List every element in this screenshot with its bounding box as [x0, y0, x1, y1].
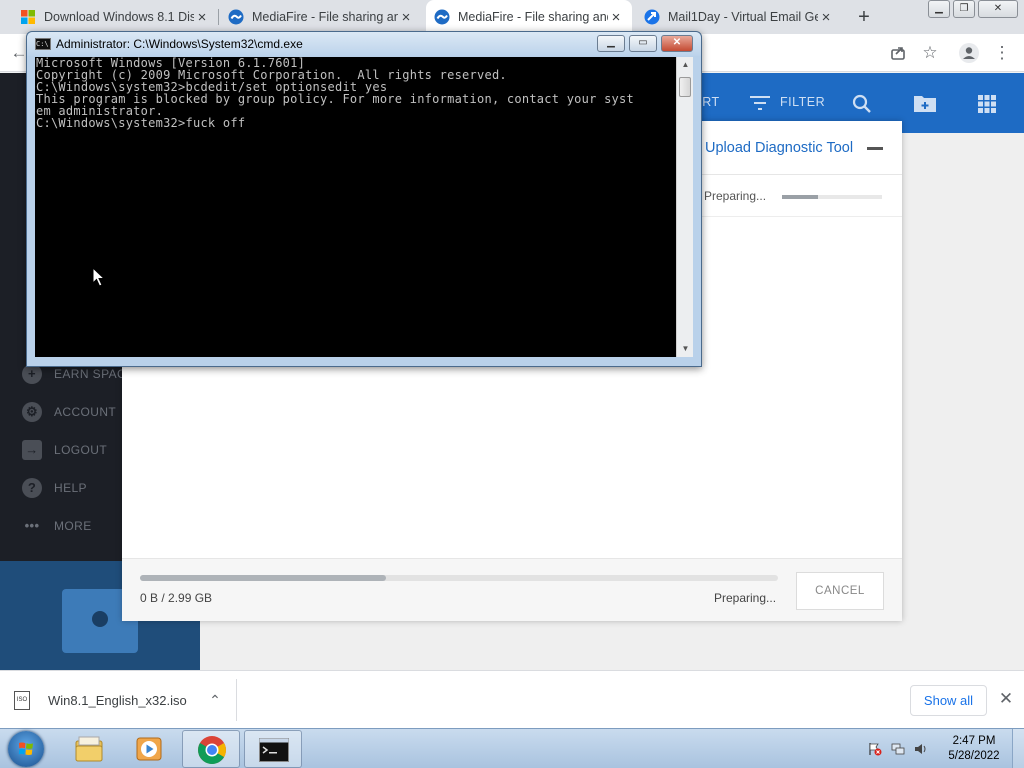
- mail1day-logo-icon: [644, 9, 660, 25]
- cmd-app-icon: C:\: [35, 38, 51, 50]
- system-clock[interactable]: 2:47 PM 5/28/2022: [944, 734, 1004, 764]
- cmd-icon: [259, 738, 289, 762]
- sidebar-item-label: ACCOUNT: [54, 405, 117, 419]
- file-explorer-icon: [75, 736, 103, 762]
- sidebar-item-account[interactable]: ⚙ ACCOUNT: [22, 401, 116, 423]
- tab-mediafire-2[interactable]: MediaFire - File sharing and ×: [426, 0, 632, 34]
- overall-progress-fill: [140, 575, 386, 581]
- close-window-button[interactable]: ✕: [978, 0, 1018, 18]
- mouse-pointer-icon: [92, 267, 106, 287]
- cmd-maximize-button[interactable]: ▭: [629, 35, 657, 52]
- cmd-window: C:\ Administrator: C:\Windows\System32\c…: [26, 31, 702, 367]
- maximize-window-button[interactable]: ❐: [953, 0, 975, 18]
- more-icon: •••: [24, 518, 40, 533]
- close-tab-icon[interactable]: ×: [398, 9, 414, 26]
- cmd-window-title: Administrator: C:\Windows\System32\cmd.e…: [56, 37, 303, 51]
- sidebar-item-label: LOGOUT: [54, 443, 108, 457]
- upload-panel-title: Upload Diagnostic Tool: [705, 140, 854, 156]
- tab-title: Mail1Day - Virtual Email Ge: [668, 10, 818, 24]
- profile-icon[interactable]: [958, 42, 980, 64]
- upload-item-progress-fill: [782, 195, 818, 199]
- cmd-titlebar[interactable]: C:\ Administrator: C:\Windows\System32\c…: [27, 32, 701, 56]
- chrome-icon: [198, 736, 226, 764]
- close-downloads-icon[interactable]: ✕: [996, 689, 1016, 709]
- windows-taskbar: 2:47 PM 5/28/2022: [0, 728, 1024, 768]
- scrollbar-thumb[interactable]: [679, 77, 691, 97]
- media-player-icon: [136, 737, 162, 761]
- scroll-down-arrow-icon[interactable]: ▼: [677, 341, 694, 357]
- bookmark-star-icon[interactable]: ☆: [919, 42, 941, 64]
- cmd-close-button[interactable]: ✕: [661, 35, 693, 52]
- download-file-name: Win8.1_English_x32.iso: [48, 692, 187, 708]
- sidebar-item-label: HELP: [54, 481, 87, 495]
- taskbar-cmd[interactable]: [244, 730, 302, 768]
- tab-mail1day[interactable]: Mail1Day - Virtual Email Ge ×: [636, 0, 842, 34]
- browser-tab-strip: Download Windows 8.1 Disc × MediaFire - …: [0, 0, 1024, 34]
- new-tab-button[interactable]: +: [852, 5, 876, 29]
- new-folder-icon[interactable]: [914, 94, 936, 112]
- iso-file-icon: ISO: [14, 690, 30, 710]
- minimize-window-button[interactable]: ▁: [928, 0, 950, 18]
- cmd-console-output[interactable]: Microsoft Windows [Version 6.1.7601] Cop…: [35, 57, 676, 357]
- tab-title: Download Windows 8.1 Disc: [44, 10, 194, 24]
- sidebar-item-logout[interactable]: → LOGOUT: [22, 439, 107, 461]
- sidebar-item-label: MORE: [54, 519, 92, 533]
- tab-mediafire-1[interactable]: MediaFire - File sharing and ×: [220, 0, 422, 34]
- console-line: C:\Windows\system32>fuck off: [36, 116, 246, 130]
- cmd-minimize-button[interactable]: ▁: [597, 35, 625, 52]
- share-icon[interactable]: [887, 42, 909, 64]
- close-tab-icon[interactable]: ×: [818, 9, 834, 26]
- upload-size-text: 0 B / 2.99 GB: [140, 591, 213, 605]
- tab-divider: [218, 9, 219, 25]
- downloads-bar: ISO Win8.1_English_x32.iso ⌃ Show all ✕: [0, 670, 1024, 728]
- clock-time: 2:47 PM: [952, 735, 996, 747]
- minimize-panel-icon[interactable]: [867, 147, 883, 150]
- cmd-scrollbar[interactable]: ▲ ▼: [676, 57, 693, 357]
- grid-view-icon[interactable]: [978, 95, 996, 113]
- cancel-button[interactable]: CANCEL: [796, 572, 884, 610]
- show-all-button[interactable]: Show all: [910, 685, 987, 716]
- logout-icon: →: [22, 440, 42, 460]
- tab-title: MediaFire - File sharing and: [252, 10, 398, 24]
- sidebar-item-more[interactable]: ••• MORE: [22, 515, 92, 537]
- close-tab-icon[interactable]: ×: [608, 9, 624, 26]
- tab-title: MediaFire - File sharing and: [458, 10, 608, 24]
- gear-icon: ⚙: [22, 402, 42, 422]
- vault-dial-icon: [92, 611, 108, 627]
- overall-progress-bar: [140, 575, 778, 581]
- taskbar-explorer[interactable]: [60, 730, 118, 768]
- windows-logo-icon: [21, 10, 35, 24]
- upload-item-progress: [782, 195, 882, 199]
- help-icon: ?: [22, 478, 42, 498]
- upload-item-status: Preparing...: [704, 189, 767, 203]
- download-item[interactable]: ISO Win8.1_English_x32.iso ⌃: [14, 683, 225, 717]
- filter-button[interactable]: FILTER: [780, 95, 825, 109]
- search-icon[interactable]: [852, 94, 872, 114]
- taskbar-chrome[interactable]: [182, 730, 240, 768]
- show-desktop-button[interactable]: [1012, 729, 1024, 768]
- plus-circle-icon: +: [22, 364, 42, 384]
- chevron-up-icon[interactable]: ⌃: [205, 692, 225, 709]
- filter-icon[interactable]: [750, 96, 770, 110]
- downloads-divider: [236, 679, 237, 721]
- upload-status-text: Preparing...: [714, 591, 777, 605]
- scroll-up-arrow-icon[interactable]: ▲: [677, 57, 694, 73]
- menu-icon[interactable]: ⋮: [991, 42, 1013, 64]
- upload-panel-footer: 0 B / 2.99 GB Preparing... CANCEL: [122, 558, 902, 621]
- windows-flag-icon: [18, 742, 33, 755]
- close-tab-icon[interactable]: ×: [194, 9, 210, 26]
- taskbar-media-player[interactable]: [120, 730, 178, 768]
- mediafire-logo-icon: [228, 9, 244, 25]
- network-icon[interactable]: [891, 742, 905, 756]
- tab-download-windows[interactable]: Download Windows 8.1 Disc ×: [12, 0, 218, 34]
- volume-icon[interactable]: [914, 742, 928, 756]
- action-center-flag-icon[interactable]: [868, 742, 882, 756]
- start-button[interactable]: [8, 731, 44, 767]
- mediafire-logo-icon: [434, 9, 450, 25]
- clock-date: 5/28/2022: [948, 750, 1000, 762]
- sidebar-item-help[interactable]: ? HELP: [22, 477, 87, 499]
